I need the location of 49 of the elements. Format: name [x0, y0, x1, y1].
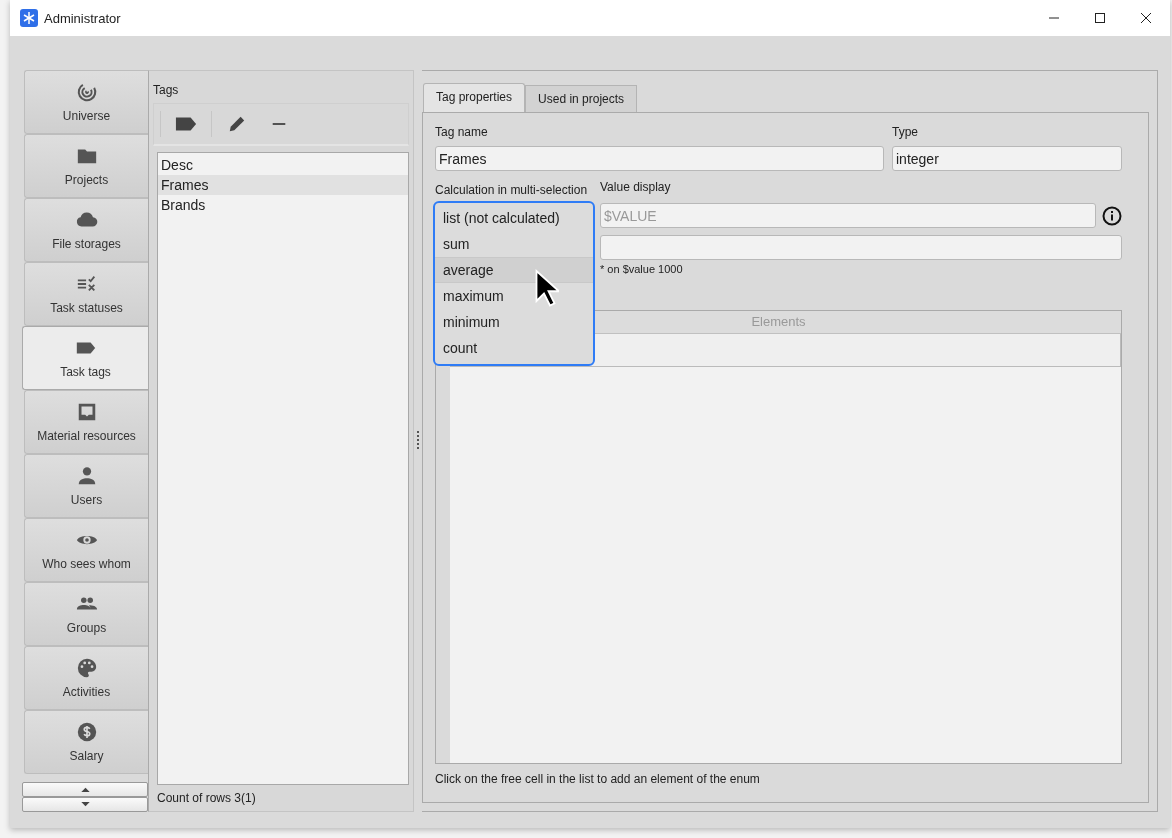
- dropdown-option[interactable]: count: [435, 335, 593, 361]
- maximize-icon[interactable]: [1094, 12, 1106, 24]
- dropdown-option[interactable]: list (not calculated): [435, 205, 593, 231]
- tag-name-field[interactable]: Frames: [435, 146, 884, 171]
- format-field[interactable]: [600, 235, 1122, 260]
- tag-list-item[interactable]: Desc: [158, 155, 408, 175]
- dropdown-option[interactable]: maximum: [435, 283, 593, 309]
- value-display-field[interactable]: $VALUE: [600, 203, 1096, 228]
- caret-down-icon: [80, 802, 90, 807]
- close-icon[interactable]: [1140, 12, 1152, 24]
- tag-icon[interactable]: [175, 115, 197, 133]
- dropdown-option[interactable]: minimum: [435, 309, 593, 335]
- dollar-icon: [75, 721, 98, 743]
- nav-tab[interactable]: Task statuses: [24, 262, 148, 326]
- hint-text: Click on the free cell in the list to add an element of the enum: [435, 772, 761, 786]
- info-icon[interactable]: [1102, 205, 1122, 226]
- nav-tab[interactable]: File storages: [24, 198, 148, 262]
- nav-tab[interactable]: Universe: [24, 70, 148, 134]
- window-title: Administrator: [44, 10, 121, 26]
- tag-list-item[interactable]: Brands: [158, 195, 408, 215]
- field-label: Value display: [600, 180, 672, 194]
- nav-tab[interactable]: Users: [24, 454, 148, 518]
- field-label: Tag name: [435, 125, 489, 139]
- panel-title: Tags: [153, 83, 180, 97]
- caret-up-icon: [80, 787, 90, 792]
- nav-tab[interactable]: Material resources: [24, 390, 148, 454]
- splitter-handle-icon[interactable]: [416, 431, 420, 451]
- scroll-down-button[interactable]: [22, 797, 148, 812]
- dropdown-option[interactable]: sum: [435, 231, 593, 257]
- dropdown-option[interactable]: average: [435, 257, 593, 283]
- mouse-pointer-icon: [535, 269, 559, 309]
- palette-icon: [75, 657, 98, 679]
- field-label: Calculation in multi-selection: [435, 183, 588, 197]
- format-note: * on $value 1000: [600, 263, 684, 275]
- tag-list-item[interactable]: Frames: [158, 175, 408, 195]
- field-label: Type: [892, 125, 919, 139]
- nav-tab[interactable]: Activities: [24, 646, 148, 710]
- nav-tab[interactable]: Groups: [24, 582, 148, 646]
- tab[interactable]: Tag properties: [423, 83, 526, 113]
- scroll-up-button[interactable]: [22, 782, 148, 797]
- row-count: Count of rows 3(1): [157, 791, 257, 805]
- type-field[interactable]: integer: [892, 146, 1122, 171]
- nav-tab[interactable]: Salary: [24, 710, 148, 774]
- nav-tab[interactable]: Task tags: [22, 326, 148, 390]
- spiral-icon: [75, 81, 98, 103]
- nav-tab[interactable]: Projects: [24, 134, 148, 198]
- tab[interactable]: Used in projects: [525, 85, 638, 112]
- nav-tab[interactable]: Who sees whom: [24, 518, 148, 582]
- app-logo-icon: [20, 9, 38, 27]
